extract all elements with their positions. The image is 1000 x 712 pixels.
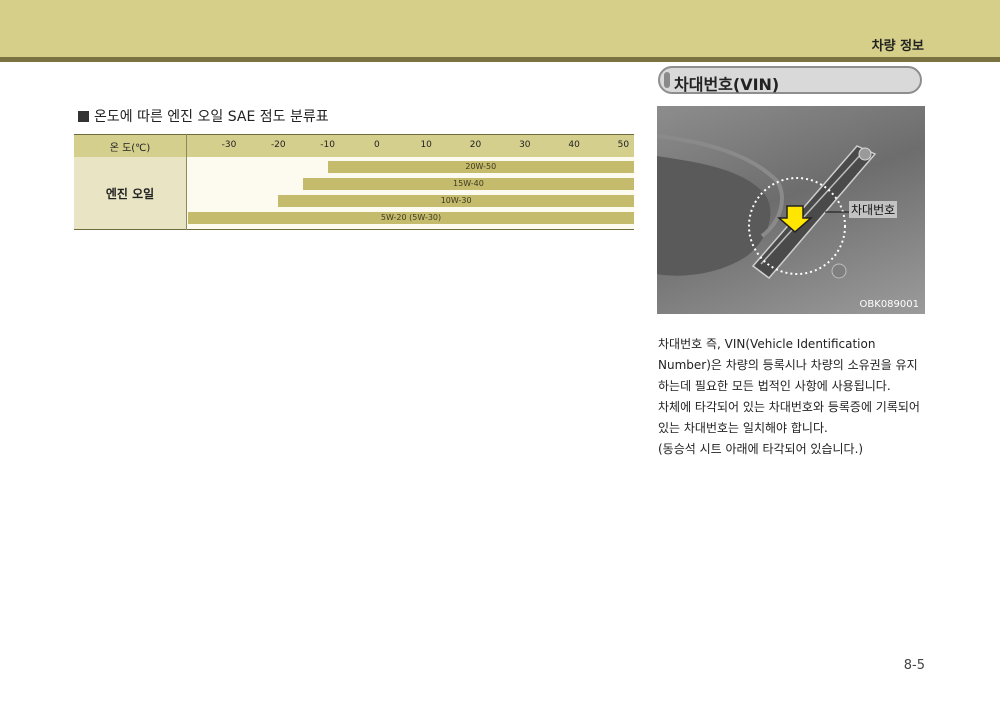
viscosity-bar: 20W-50 — [327, 161, 634, 173]
viscosity-bar: 5W-20 (5W-30) — [188, 212, 634, 224]
chapter-title: 차량 정보 — [871, 39, 924, 54]
temperature-tick: 20 — [469, 140, 482, 150]
seat-shape — [657, 156, 771, 276]
viscosity-bar: 15W-40 — [302, 178, 634, 190]
section-title-tab: 차대번호(VIN) — [658, 66, 922, 94]
temperature-tick: -10 — [320, 140, 335, 150]
table-title: 온도에 따른 엔진 오일 SAE 점도 분류표 — [78, 106, 329, 126]
temperature-tick: -30 — [221, 140, 237, 150]
viscosity-table: 온 도(℃) -30 -20 -10 0 10 20 30 40 50 엔진 오일 20W-50… — [74, 134, 634, 230]
engine-oil-label: 엔진 오일 — [74, 157, 186, 229]
temperature-tick: 30 — [519, 140, 531, 150]
rail-line — [760, 151, 864, 265]
table-body: 엔진 오일 20W-50 15W-40 10W-30 5W-20 (5W-30) — [74, 157, 634, 230]
paragraph: (동승석 시트 아래에 타각되어 있습니다.) — [658, 442, 864, 456]
header-band — [0, 0, 1000, 62]
temperature-tick: 0 — [374, 140, 380, 150]
section-title: 차대번호(VIN) — [674, 75, 780, 94]
temperature-tick: 10 — [420, 140, 432, 150]
page-number: 8-5 — [903, 658, 925, 673]
temperature-tick: 50 — [617, 140, 630, 150]
image-code: OBK089001 — [859, 299, 919, 310]
vin-callout: 차대번호 — [849, 201, 898, 218]
table-header-row: 온 도(℃) -30 -20 -10 0 10 20 30 40 50 — [74, 134, 634, 158]
viscosity-bar: 10W-30 — [278, 195, 634, 207]
table-divider — [186, 134, 187, 230]
bolt-icon — [858, 147, 872, 161]
table-title-text: 온도에 따른 엔진 오일 SAE 점도 분류표 — [94, 109, 329, 125]
bolt-icon — [831, 263, 847, 279]
square-bullet-icon — [78, 111, 89, 122]
paragraph: 차대번호 즉, VIN(Vehicle Identification Numbe… — [658, 337, 918, 393]
temperature-header: 온 도(℃) — [109, 143, 151, 154]
temperature-tick: 40 — [568, 140, 580, 150]
temperature-tick: -20 — [270, 140, 286, 150]
vin-location-photo: 차대번호 OBK089001 — [657, 106, 925, 314]
vin-description: 차대번호 즉, VIN(Vehicle Identification Numbe… — [658, 334, 928, 460]
paragraph: 차체에 타각되어 있는 차대번호와 등록증에 기록되어 있는 차대번호는 일치해… — [658, 400, 920, 435]
tab-accent — [664, 72, 670, 88]
